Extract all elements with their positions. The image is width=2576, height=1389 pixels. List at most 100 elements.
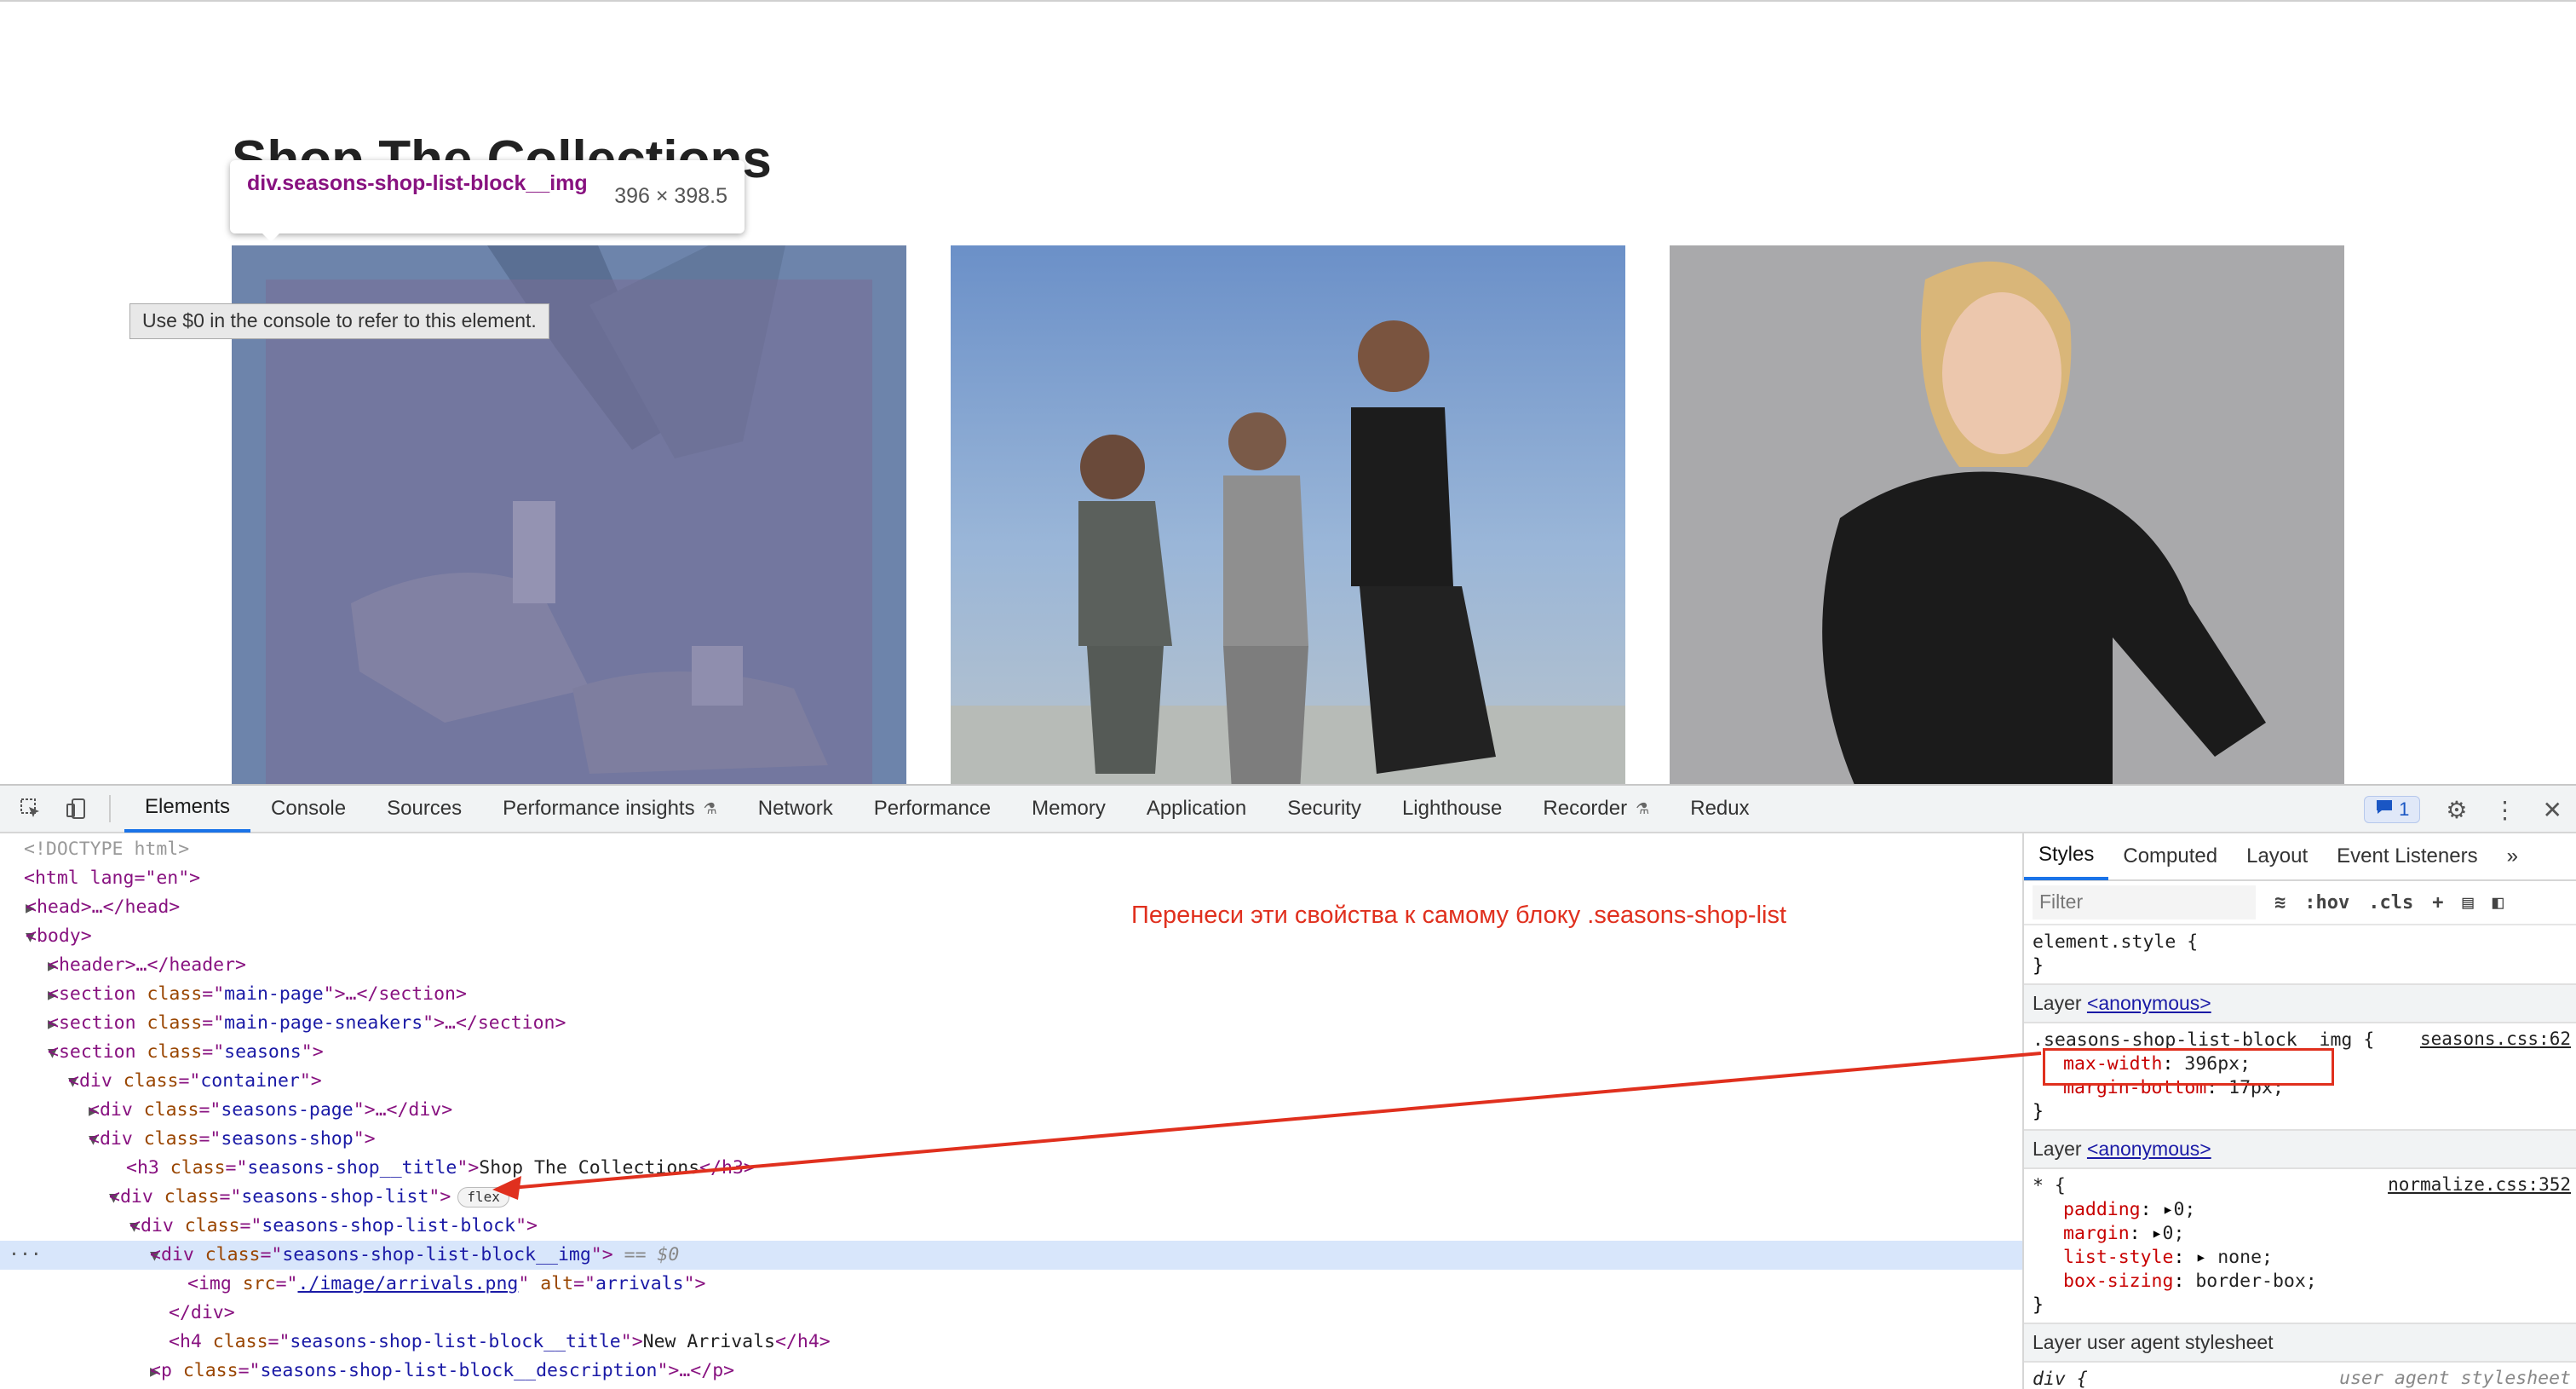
img-src-link[interactable]: ./image/arrivals.png xyxy=(297,1273,518,1294)
dom-node-section-main-page[interactable]: ▶<section class="main-page">…</section> xyxy=(0,980,2022,1009)
tooltip-arrow xyxy=(261,232,281,242)
inspect-tooltip: div.seasons-shop-list-block__img 396 × 3… xyxy=(230,160,745,233)
annotation-highlight-box xyxy=(2043,1048,2334,1086)
dom-node-doctype[interactable]: <!DOCTYPE html> xyxy=(0,835,2022,864)
collection-card-runners[interactable] xyxy=(951,245,1625,784)
inspect-element-icon[interactable] xyxy=(15,793,46,824)
tab-event-listeners[interactable]: Event Listeners xyxy=(2322,833,2492,880)
tab-redux[interactable]: Redux xyxy=(1670,785,1769,833)
dom-node-p-description[interactable]: ▶<p class="seasons-shop-list-block__desc… xyxy=(0,1357,2022,1386)
tab-performance-insights[interactable]: Performance insights ⚗ xyxy=(482,785,738,833)
layer-link[interactable]: <anonymous> xyxy=(2087,992,2211,1014)
expand-arrow-icon[interactable]: ▶ xyxy=(0,894,35,923)
tab-network[interactable]: Network xyxy=(738,785,854,833)
styles-tabbar: Styles Computed Layout Event Listeners » xyxy=(2024,833,2576,881)
dom-node-div-container[interactable]: ▼<div class="container"> xyxy=(0,1067,2022,1096)
tab-recorder[interactable]: Recorder ⚗ xyxy=(1522,785,1670,833)
layer-label: Layer xyxy=(2033,1138,2082,1160)
dom-node-html[interactable]: <html lang="en"> xyxy=(0,864,2022,893)
tab-sources[interactable]: Sources xyxy=(366,785,482,833)
new-rule-icon[interactable]: + xyxy=(2432,892,2443,914)
tab-layout[interactable]: Layout xyxy=(2232,833,2322,880)
tab-label: Recorder xyxy=(1543,797,1628,820)
tab-memory[interactable]: Memory xyxy=(1011,785,1126,833)
body-tag-text: <body> xyxy=(26,925,92,947)
tab-label: Performance insights xyxy=(503,797,695,820)
expand-arrow-icon[interactable]: ▶ xyxy=(0,952,57,981)
class-value: seasons-shop__title xyxy=(247,1157,457,1179)
dom-node-div-close[interactable]: </div> xyxy=(0,1299,2022,1328)
user-agent-div-rule[interactable]: user agent stylesheet div { xyxy=(2024,1363,2576,1389)
tab-performance[interactable]: Performance xyxy=(854,785,1011,833)
hov-button[interactable]: :hov xyxy=(2304,892,2349,914)
dom-node-h3-title[interactable]: <h3 class="seasons-shop__title">Shop The… xyxy=(0,1154,2022,1183)
toggle-filter-icon[interactable]: ≋ xyxy=(2274,892,2286,914)
settings-gear-icon[interactable]: ⚙ xyxy=(2446,796,2467,824)
tab-styles[interactable]: Styles xyxy=(2024,833,2109,880)
close-icon[interactable]: ✕ xyxy=(2543,796,2562,824)
tab-application[interactable]: Application xyxy=(1126,785,1267,833)
dom-node-div-list-block[interactable]: ▼<div class="seasons-shop-list-block"> xyxy=(0,1212,2022,1241)
collapse-arrow-icon[interactable]: ▼ xyxy=(0,1213,139,1242)
css-property-padding[interactable]: padding: ▸0; xyxy=(2033,1198,2567,1222)
flex-badge[interactable]: flex xyxy=(457,1187,509,1207)
rule-source-link[interactable]: normalize.css:352 xyxy=(2388,1174,2571,1195)
collection-card-women[interactable] xyxy=(1670,245,2344,784)
tab-security[interactable]: Security xyxy=(1267,785,1382,833)
issues-badge[interactable]: 1 xyxy=(2364,796,2421,823)
paint-icon[interactable]: ▤ xyxy=(2462,892,2473,914)
collapse-arrow-icon[interactable]: ▼ xyxy=(0,923,35,952)
css-property-margin[interactable]: margin: ▸0; xyxy=(2033,1222,2567,1246)
tab-console[interactable]: Console xyxy=(250,785,366,833)
tab-elements[interactable]: Elements xyxy=(124,785,251,833)
collapse-arrow-icon[interactable]: ▼ xyxy=(0,1039,57,1068)
more-options-icon[interactable]: ⋮ xyxy=(2493,796,2517,824)
head-tag-text: <head>…</head> xyxy=(26,896,181,918)
expand-arrow-icon[interactable]: ▶ xyxy=(0,981,57,1010)
element-style-rule[interactable]: element.style { } xyxy=(2024,925,2576,985)
class-value: container xyxy=(200,1070,300,1092)
dom-node-section-main-page-sneakers[interactable]: ▶<section class="main-page-sneakers">…</… xyxy=(0,1009,2022,1038)
dom-node-div-seasons-shop-list[interactable]: ▼<div class="seasons-shop-list"> flex xyxy=(0,1183,2022,1212)
dom-node-div-seasons-page[interactable]: ▶<div class="seasons-page">…</div> xyxy=(0,1096,2022,1125)
class-value: seasons xyxy=(224,1041,302,1063)
dom-node-header[interactable]: ▶<header>…</header> xyxy=(0,951,2022,980)
sidebar-toggle-icon[interactable]: ◧ xyxy=(2493,892,2504,914)
cls-button[interactable]: .cls xyxy=(2368,892,2413,914)
dom-node-section-seasons[interactable]: ▼<section class="seasons"> xyxy=(0,1038,2022,1067)
rule-close-brace: } xyxy=(2033,955,2044,977)
collapse-arrow-icon[interactable]: ▼ xyxy=(0,1126,98,1155)
tab-computed[interactable]: Computed xyxy=(2108,833,2232,880)
universal-rule[interactable]: normalize.css:352 * { padding: ▸0; margi… xyxy=(2024,1169,2576,1324)
css-property-list-style[interactable]: list-style: ▸ none; xyxy=(2033,1246,2567,1270)
rule-source-link[interactable]: seasons.css:62 xyxy=(2420,1029,2571,1049)
devtools-right-tools: 1 ⚙ ⋮ ✕ xyxy=(2364,786,2562,833)
header-tag-text: <header>…</header> xyxy=(48,954,246,976)
layer-link[interactable]: <anonymous> xyxy=(2087,1138,2211,1160)
dom-node-div-seasons-shop[interactable]: ▼<div class="seasons-shop"> xyxy=(0,1125,2022,1154)
dom-node-h4-title[interactable]: <h4 class="seasons-shop-list-block__titl… xyxy=(0,1328,2022,1357)
more-tabs-icon[interactable]: » xyxy=(2493,833,2533,880)
collapse-arrow-icon[interactable]: ▼ xyxy=(0,1068,78,1097)
expand-arrow-icon[interactable]: ▶ xyxy=(0,1097,98,1126)
rule-close-brace: } xyxy=(2033,1294,2044,1316)
styles-filter-input[interactable]: Filter xyxy=(2033,885,2256,919)
device-toolbar-icon[interactable] xyxy=(61,793,92,824)
tab-lighthouse[interactable]: Lighthouse xyxy=(1382,785,1522,833)
css-property-box-sizing[interactable]: box-sizing: border-box; xyxy=(2033,1270,2567,1294)
class-value: seasons-shop-list-block xyxy=(262,1215,516,1236)
more-ellipsis-icon[interactable]: ··· xyxy=(9,1241,42,1270)
layer-header-2: Layer <anonymous> xyxy=(2024,1131,2576,1169)
annotation-text: Перенеси эти свойства к самому блоку .se… xyxy=(1131,902,1787,929)
dom-node-img[interactable]: <img src="./image/arrivals.png" alt="arr… xyxy=(0,1270,2022,1299)
page-viewport: Shop The Collections xyxy=(0,0,2576,784)
dom-node-div-list-block-img-selected[interactable]: ··· ▼<div class="seasons-shop-list-block_… xyxy=(0,1241,2022,1270)
collapse-arrow-icon[interactable]: ▼ xyxy=(0,1184,118,1213)
class-value: seasons-shop-list-block__description xyxy=(260,1360,658,1381)
expand-arrow-icon[interactable]: ▶ xyxy=(0,1010,57,1039)
class-value: seasons-page xyxy=(221,1099,354,1121)
class-value: seasons-shop-list xyxy=(241,1186,429,1207)
flask-icon: ⚗ xyxy=(1636,799,1650,817)
h4-text: New Arrivals xyxy=(642,1331,775,1352)
expand-arrow-icon[interactable]: ▶ xyxy=(0,1357,159,1386)
